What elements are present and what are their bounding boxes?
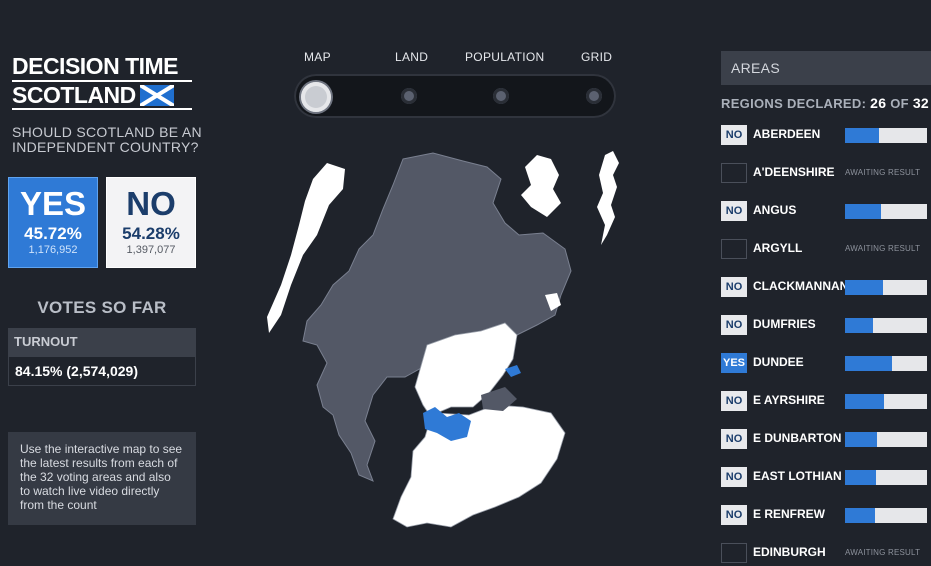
tab-population[interactable]: POPULATION (465, 50, 544, 64)
area-row[interactable]: NO EAST LOTHIAN (721, 464, 931, 490)
area-yes-share-fill (845, 204, 882, 219)
area-row[interactable]: NO E AYRSHIRE (721, 388, 931, 414)
view-grid-dot[interactable] (586, 88, 602, 104)
area-result-bar (845, 470, 927, 485)
area-yes-share-fill (845, 356, 892, 371)
yes-result-box[interactable]: YES 45.72% 1,176,952 (8, 177, 98, 268)
yes-percent: 45.72% (24, 224, 82, 243)
votes-so-far-heading: VOTES SO FAR (37, 298, 167, 317)
area-result-badge: NO (721, 201, 747, 221)
area-yes-share-fill (845, 318, 873, 333)
regions-of-label: OF (890, 96, 909, 111)
area-row[interactable]: NO E RENFREW (721, 502, 931, 528)
area-result-badge: NO (721, 315, 747, 335)
area-yes-share-fill (845, 470, 877, 485)
logo-title-line2-wrap: SCOTLAND (12, 83, 194, 107)
area-yes-share-fill (845, 280, 883, 295)
area-name: ARGYLL (753, 241, 803, 255)
area-result-badge (721, 543, 747, 563)
yes-label: YES (19, 185, 87, 222)
area-result-badge: NO (721, 505, 747, 525)
orkney-islands (521, 155, 561, 217)
no-percent: 54.28% (122, 224, 180, 243)
area-row[interactable]: NO DUMFRIES (721, 312, 931, 338)
regions-declared: REGIONS DECLARED: 26 OF 32 (721, 95, 929, 111)
area-row[interactable]: NO E DUNBARTON (721, 426, 931, 452)
scotland-results-map[interactable] (255, 145, 655, 552)
referendum-question: SHOULD SCOTLAND BE AN INDEPENDENT COUNTR… (12, 124, 202, 155)
regions-declared-label: REGIONS DECLARED: (721, 96, 867, 111)
area-yes-share-fill (845, 394, 884, 409)
area-result-bar (845, 128, 927, 143)
area-result-badge: NO (721, 429, 747, 449)
view-switcher (294, 74, 616, 118)
area-name: ABERDEEN (753, 127, 821, 141)
area-result-bar (845, 280, 927, 295)
area-name: EDINBURGH (753, 545, 826, 559)
view-population-dot[interactable] (493, 88, 509, 104)
area-name: E RENFREW (753, 507, 825, 521)
area-row[interactable]: NO CLACKMANNAN (721, 274, 931, 300)
turnout-value: 84.15% (2,574,029) (8, 356, 196, 386)
tab-grid[interactable]: GRID (581, 50, 612, 64)
area-name: ANGUS (753, 203, 797, 217)
regions-total: 32 (912, 95, 930, 111)
logo-title-line1: DECISION TIME (12, 53, 179, 79)
area-result-bar (845, 394, 927, 409)
awaiting-result-text: AWAITING RESULT (845, 244, 921, 253)
area-name: E AYRSHIRE (753, 393, 825, 407)
area-name: EAST LOTHIAN (753, 469, 842, 483)
area-row[interactable]: EDINBURGH AWAITING RESULT (721, 540, 931, 566)
area-result-badge: NO (721, 125, 747, 145)
area-row[interactable]: YES DUNDEE (721, 350, 931, 376)
area-result-bar (845, 508, 927, 523)
shetland-islands (597, 151, 619, 245)
awaiting-result-text: AWAITING RESULT (845, 548, 921, 557)
area-row[interactable]: ARGYLL AWAITING RESULT (721, 236, 931, 262)
area-row[interactable]: A'DEENSHIRE AWAITING RESULT (721, 160, 931, 186)
area-result-badge (721, 163, 747, 183)
no-result-box[interactable]: NO 54.28% 1,397,077 (106, 177, 196, 268)
view-land-dot[interactable] (401, 88, 417, 104)
area-result-badge: NO (721, 277, 747, 297)
area-result-badge: NO (721, 467, 747, 487)
logo: DECISION TIME SCOTLAND (12, 54, 194, 110)
area-result-bar (845, 204, 927, 219)
area-result-bar (845, 318, 927, 333)
tab-land[interactable]: LAND (395, 50, 428, 64)
yes-votes: 1,176,952 (28, 244, 78, 256)
view-map-knob[interactable] (301, 82, 331, 112)
no-label: NO (126, 185, 176, 222)
turnout-label: TURNOUT (8, 328, 196, 356)
area-name: DUMFRIES (753, 317, 816, 331)
logo-title-line2: SCOTLAND (12, 82, 136, 108)
areas-heading: AREAS (721, 51, 931, 85)
area-yes-share-fill (845, 432, 877, 447)
area-name: A'DEENSHIRE (753, 165, 835, 179)
area-row[interactable]: NO ABERDEEN (721, 122, 931, 148)
area-name: E DUNBARTON (753, 431, 842, 445)
no-votes: 1,397,077 (126, 244, 176, 256)
view-switcher-track (294, 74, 616, 118)
info-text: Use the interactive map to see the lates… (8, 432, 196, 525)
saltire-flag-icon (139, 84, 174, 106)
regions-declared-count: 26 (870, 95, 887, 111)
tab-map[interactable]: MAP (304, 50, 331, 64)
area-result-badge: NO (721, 391, 747, 411)
area-yes-share-fill (845, 128, 879, 143)
area-result-bar (845, 432, 927, 447)
logo-divider-bottom (12, 108, 192, 110)
area-row[interactable]: NO ANGUS (721, 198, 931, 224)
awaiting-result-text: AWAITING RESULT (845, 168, 921, 177)
area-name: DUNDEE (753, 355, 804, 369)
area-name: CLACKMANNAN (753, 279, 849, 293)
area-yes-share-fill (845, 508, 876, 523)
area-result-badge: YES (721, 353, 747, 373)
area-result-badge (721, 239, 747, 259)
area-result-bar (845, 356, 927, 371)
